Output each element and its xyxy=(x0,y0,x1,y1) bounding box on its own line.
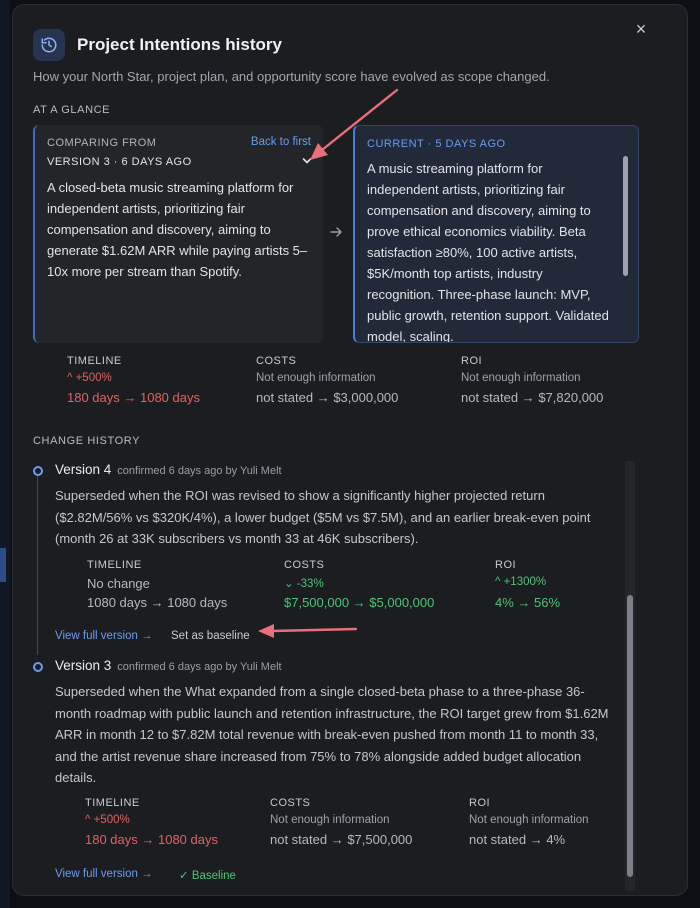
metric-timeline: TIMELINE No change 1080 days → 1080 days xyxy=(87,559,227,610)
metric-delta: No change xyxy=(87,576,150,591)
entry-description: Superseded when the What expanded from a… xyxy=(55,684,609,785)
metric-costs: COSTS ⌄ -33% $7,500,000 → $5,000,000 xyxy=(284,559,434,610)
metric-value: not stated → $3,000,000 xyxy=(256,390,399,405)
history-clock-icon xyxy=(33,29,65,61)
metric-costs: COSTS Not enough information not stated … xyxy=(256,355,398,405)
backdrop-accent xyxy=(0,548,6,582)
comparing-from-text: A closed-beta music streaming platform f… xyxy=(47,180,308,279)
history-entry: Version 4 confirmed 6 days ago by Yuli Me… xyxy=(33,461,625,651)
back-to-first-link[interactable]: Back to first xyxy=(251,136,311,148)
metric-timeline: TIMELINE ^ +500% 180 days → 1080 days xyxy=(67,355,200,405)
set-as-baseline-button[interactable]: Set as baseline xyxy=(171,630,250,642)
comparing-from-card: COMPARING FROM Back to first VERSION 3 ·… xyxy=(33,125,323,343)
metric-value: 1080 days → 1080 days xyxy=(87,595,228,610)
metric-costs: COSTS Not enough information not stated … xyxy=(270,797,412,847)
metric-header: TIMELINE xyxy=(85,797,140,809)
metric-delta: Not enough information xyxy=(461,372,581,384)
modal-subtitle: How your North Star, project plan, and o… xyxy=(33,69,550,84)
intentions-history-modal: × Project Intentions history How your No… xyxy=(12,4,688,896)
version-select-value: VERSION 3 · 6 DAYS AGO xyxy=(47,156,192,168)
entry-meta: confirmed 6 days ago by Yuli Melt xyxy=(117,465,282,477)
metric-header: TIMELINE xyxy=(67,355,122,367)
metric-roi: ROI Not enough information not stated → … xyxy=(469,797,589,847)
metric-delta: ^ +1300% xyxy=(495,576,547,588)
metric-value: not stated → $7,500,000 xyxy=(270,832,413,847)
at-a-glance-heading: AT A GLANCE xyxy=(33,104,111,116)
metric-value: 180 days → 1080 days xyxy=(67,390,200,405)
modal-title: Project Intentions history xyxy=(77,35,282,54)
view-full-version-link[interactable]: View full version → xyxy=(55,868,153,880)
metric-header: COSTS xyxy=(270,797,311,809)
page-backdrop xyxy=(0,0,10,908)
timeline-dot-icon xyxy=(33,466,43,476)
close-icon[interactable]: × xyxy=(631,19,651,39)
metric-header: COSTS xyxy=(284,559,325,571)
metric-delta: ^ +500% xyxy=(67,372,112,384)
timeline-dot-icon xyxy=(33,662,43,672)
metric-value: 180 days → 1080 days xyxy=(85,832,218,847)
metric-header: ROI xyxy=(495,559,517,571)
metric-value: not stated → 4% xyxy=(469,832,566,847)
entry-header: Version 3 confirmed 6 days ago by Yuli Me… xyxy=(55,657,282,675)
metric-delta: ^ +500% xyxy=(85,814,130,826)
entry-meta: confirmed 6 days ago by Yuli Melt xyxy=(117,661,282,673)
history-scrollbar[interactable] xyxy=(625,461,635,891)
metric-roi: ROI ^ +1300% 4% → 56% xyxy=(495,559,560,610)
metric-delta: Not enough information xyxy=(469,814,589,826)
metric-header: COSTS xyxy=(256,355,297,367)
change-history-list[interactable]: Version 4 confirmed 6 days ago by Yuli Me… xyxy=(33,461,625,891)
entry-description: Superseded when the ROI was revised to s… xyxy=(55,488,591,546)
comparing-from-label: COMPARING FROM xyxy=(47,137,157,149)
history-scrollbar-thumb[interactable] xyxy=(627,595,633,877)
entry-header: Version 4 confirmed 6 days ago by Yuli Me… xyxy=(55,461,282,479)
metric-delta: ⌄ -33% xyxy=(284,578,324,590)
entry-version-name: Version 3 xyxy=(55,658,112,673)
metric-header: ROI xyxy=(469,797,491,809)
metric-header: ROI xyxy=(461,355,483,367)
metric-roi: ROI Not enough information not stated → … xyxy=(461,355,603,405)
metric-header: TIMELINE xyxy=(87,559,142,571)
arrow-right-icon xyxy=(329,225,343,242)
metric-delta: Not enough information xyxy=(270,814,390,826)
entry-version-name: Version 4 xyxy=(55,462,112,477)
current-version-card[interactable]: CURRENT · 5 DAYS AGO A music streaming p… xyxy=(353,125,639,343)
view-full-version-link[interactable]: View full version → xyxy=(55,630,153,642)
metric-value: $7,500,000 → $5,000,000 xyxy=(284,595,435,610)
baseline-badge: ✓ Baseline xyxy=(179,870,236,882)
metric-value: 4% → 56% xyxy=(495,595,561,610)
current-card-scrollbar[interactable] xyxy=(623,156,628,276)
version-select[interactable]: VERSION 3 · 6 DAYS AGO xyxy=(47,156,313,168)
metric-delta: Not enough information xyxy=(256,372,376,384)
change-history-heading: CHANGE HISTORY xyxy=(33,435,141,447)
metric-value: not stated → $7,820,000 xyxy=(461,390,604,405)
history-entry: Version 3 confirmed 6 days ago by Yuli Me… xyxy=(33,657,625,887)
metric-timeline: TIMELINE ^ +500% 180 days → 1080 days xyxy=(85,797,218,847)
current-text: A music streaming platform for independe… xyxy=(367,161,609,343)
current-label: CURRENT · 5 DAYS AGO xyxy=(367,138,506,150)
chevron-down-icon xyxy=(301,155,313,170)
